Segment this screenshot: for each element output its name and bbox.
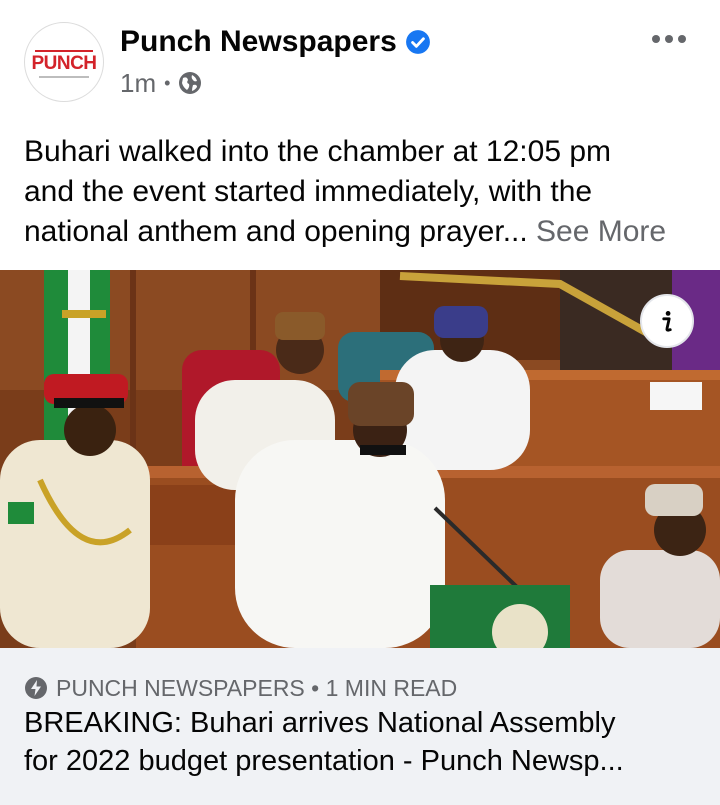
post-text-line: and the event started immediately, with …	[24, 175, 593, 208]
verified-badge-icon	[405, 30, 430, 54]
page-name-row: Punch Newspapers	[120, 24, 431, 60]
page-avatar[interactable]: PUNCH	[24, 22, 104, 102]
post-photo[interactable]	[0, 270, 720, 648]
post-timestamp[interactable]: 1m	[120, 68, 156, 99]
link-title-line: for 2022 budget presentation - Punch New…	[24, 745, 624, 777]
more-options-icon-dot	[678, 35, 686, 43]
page-name[interactable]: Punch Newspapers	[120, 25, 397, 59]
meta-separator: •	[164, 72, 171, 93]
globe-icon[interactable]	[178, 71, 202, 95]
photo-illustration	[0, 270, 720, 648]
avatar-logo-bar	[35, 50, 93, 52]
link-title[interactable]: BREAKING: Buhari arrives National Assemb…	[24, 704, 704, 780]
post-text-line: Buhari walked into the chamber at 12:05 …	[24, 135, 612, 168]
post-meta: 1m •	[120, 68, 202, 98]
info-button[interactable]	[640, 294, 694, 348]
more-options-icon-dot	[665, 35, 673, 43]
avatar-logo-text: PUNCH	[31, 53, 97, 74]
post-text-line-last: national anthem and opening prayer... Se…	[24, 212, 704, 252]
info-icon	[662, 311, 672, 332]
see-more-link[interactable]: See More	[536, 215, 666, 248]
link-source-text: PUNCH NEWSPAPERS • 1 MIN READ	[56, 674, 458, 701]
link-title-line: BREAKING: Buhari arrives National Assemb…	[24, 707, 616, 739]
link-source: PUNCH NEWSPAPERS • 1 MIN READ	[24, 674, 457, 702]
bolt-icon	[25, 677, 47, 699]
post-header: PUNCH Punch Newspapers 1m •	[0, 0, 720, 125]
post-text: Buhari walked into the chamber at 12:05 …	[24, 132, 704, 252]
avatar-logo-tagline	[39, 76, 89, 78]
post-text-line: national anthem and opening prayer...	[24, 215, 528, 248]
more-options-button[interactable]	[646, 24, 692, 54]
more-options-icon	[652, 35, 660, 43]
